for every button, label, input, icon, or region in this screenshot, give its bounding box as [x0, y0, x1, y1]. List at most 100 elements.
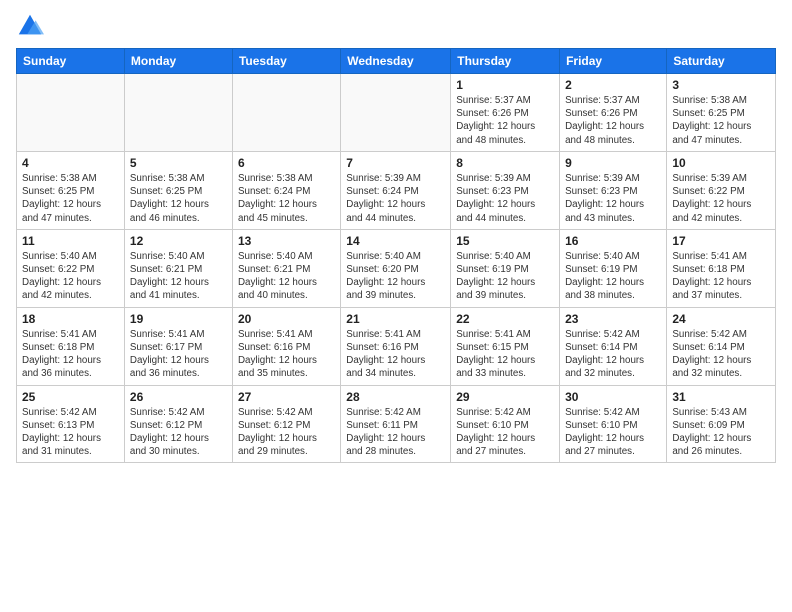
- day-cell: 6 Sunrise: 5:38 AM Sunset: 6:24 PM Daylig…: [232, 151, 340, 229]
- day-info: Sunrise: 5:41 AM Sunset: 6:16 PM Dayligh…: [238, 328, 335, 381]
- day-cell: 17 Sunrise: 5:41 AM Sunset: 6:18 PM Dayli…: [667, 229, 776, 307]
- day-cell: 7 Sunrise: 5:39 AM Sunset: 6:24 PM Daylig…: [341, 151, 451, 229]
- day-cell: 21 Sunrise: 5:41 AM Sunset: 6:16 PM Dayli…: [341, 307, 451, 385]
- day-cell: 22 Sunrise: 5:41 AM Sunset: 6:15 PM Dayli…: [451, 307, 560, 385]
- day-info: Sunrise: 5:38 AM Sunset: 6:25 PM Dayligh…: [672, 94, 770, 147]
- day-number: 15: [456, 234, 554, 248]
- day-cell: 11 Sunrise: 5:40 AM Sunset: 6:22 PM Dayli…: [17, 229, 125, 307]
- day-info: Sunrise: 5:39 AM Sunset: 6:23 PM Dayligh…: [565, 172, 661, 225]
- week-row-0: 1Sunrise: 5:37 AM Sunset: 6:26 PM Daylig…: [17, 74, 776, 152]
- day-info: Sunrise: 5:40 AM Sunset: 6:21 PM Dayligh…: [130, 250, 227, 303]
- weekday-header-row: SundayMondayTuesdayWednesdayThursdayFrid…: [17, 49, 776, 74]
- day-info: Sunrise: 5:39 AM Sunset: 6:23 PM Dayligh…: [456, 172, 554, 225]
- day-cell: 25 Sunrise: 5:42 AM Sunset: 6:13 PM Dayli…: [17, 385, 125, 463]
- weekday-saturday: Saturday: [667, 49, 776, 74]
- day-cell: 31Sunrise: 5:43 AM Sunset: 6:09 PM Dayli…: [667, 385, 776, 463]
- day-number: 14: [346, 234, 445, 248]
- day-cell: 16Sunrise: 5:40 AM Sunset: 6:19 PM Dayli…: [560, 229, 667, 307]
- day-cell: 30 Sunrise: 5:42 AM Sunset: 6:10 PM Dayli…: [560, 385, 667, 463]
- day-number: 9: [565, 156, 661, 170]
- day-cell: 12 Sunrise: 5:40 AM Sunset: 6:21 PM Dayli…: [124, 229, 232, 307]
- day-info: Sunrise: 5:41 AM Sunset: 6:18 PM Dayligh…: [22, 328, 119, 381]
- day-number: 23: [565, 312, 661, 326]
- day-number: 22: [456, 312, 554, 326]
- day-info: Sunrise: 5:42 AM Sunset: 6:10 PM Dayligh…: [456, 406, 554, 459]
- week-row-2: 11 Sunrise: 5:40 AM Sunset: 6:22 PM Dayli…: [17, 229, 776, 307]
- day-info: Sunrise: 5:42 AM Sunset: 6:10 PM Dayligh…: [565, 406, 661, 459]
- day-number: 16: [565, 234, 661, 248]
- calendar-table: SundayMondayTuesdayWednesdayThursdayFrid…: [16, 48, 776, 463]
- day-info: Sunrise: 5:38 AM Sunset: 6:24 PM Dayligh…: [238, 172, 335, 225]
- day-cell: [232, 74, 340, 152]
- day-info: Sunrise: 5:42 AM Sunset: 6:12 PM Dayligh…: [130, 406, 227, 459]
- day-info: Sunrise: 5:41 AM Sunset: 6:16 PM Dayligh…: [346, 328, 445, 381]
- weekday-friday: Friday: [560, 49, 667, 74]
- day-number: 10: [672, 156, 770, 170]
- day-info: Sunrise: 5:40 AM Sunset: 6:21 PM Dayligh…: [238, 250, 335, 303]
- day-info: Sunrise: 5:41 AM Sunset: 6:15 PM Dayligh…: [456, 328, 554, 381]
- logo: [16, 12, 48, 40]
- day-cell: 15 Sunrise: 5:40 AM Sunset: 6:19 PM Dayli…: [451, 229, 560, 307]
- week-row-1: 4Sunrise: 5:38 AM Sunset: 6:25 PM Daylig…: [17, 151, 776, 229]
- day-number: 30: [565, 390, 661, 404]
- day-cell: 28 Sunrise: 5:42 AM Sunset: 6:11 PM Dayli…: [341, 385, 451, 463]
- day-info: Sunrise: 5:42 AM Sunset: 6:11 PM Dayligh…: [346, 406, 445, 459]
- day-number: 25: [22, 390, 119, 404]
- day-number: 17: [672, 234, 770, 248]
- day-info: Sunrise: 5:39 AM Sunset: 6:22 PM Dayligh…: [672, 172, 770, 225]
- weekday-sunday: Sunday: [17, 49, 125, 74]
- day-number: 8: [456, 156, 554, 170]
- day-cell: 29 Sunrise: 5:42 AM Sunset: 6:10 PM Dayli…: [451, 385, 560, 463]
- day-cell: 8 Sunrise: 5:39 AM Sunset: 6:23 PM Daylig…: [451, 151, 560, 229]
- day-cell: 26 Sunrise: 5:42 AM Sunset: 6:12 PM Dayli…: [124, 385, 232, 463]
- day-cell: [17, 74, 125, 152]
- day-number: 19: [130, 312, 227, 326]
- day-cell: 5Sunrise: 5:38 AM Sunset: 6:25 PM Daylig…: [124, 151, 232, 229]
- weekday-thursday: Thursday: [451, 49, 560, 74]
- day-number: 5: [130, 156, 227, 170]
- day-number: 24: [672, 312, 770, 326]
- day-number: 6: [238, 156, 335, 170]
- week-row-4: 25 Sunrise: 5:42 AM Sunset: 6:13 PM Dayli…: [17, 385, 776, 463]
- day-cell: 4Sunrise: 5:38 AM Sunset: 6:25 PM Daylig…: [17, 151, 125, 229]
- day-number: 7: [346, 156, 445, 170]
- day-cell: 27Sunrise: 5:42 AM Sunset: 6:12 PM Dayli…: [232, 385, 340, 463]
- day-info: Sunrise: 5:42 AM Sunset: 6:14 PM Dayligh…: [672, 328, 770, 381]
- day-cell: 14 Sunrise: 5:40 AM Sunset: 6:20 PM Dayli…: [341, 229, 451, 307]
- weekday-wednesday: Wednesday: [341, 49, 451, 74]
- day-info: Sunrise: 5:41 AM Sunset: 6:17 PM Dayligh…: [130, 328, 227, 381]
- day-cell: 10 Sunrise: 5:39 AM Sunset: 6:22 PM Dayli…: [667, 151, 776, 229]
- week-row-3: 18 Sunrise: 5:41 AM Sunset: 6:18 PM Dayli…: [17, 307, 776, 385]
- day-cell: 1Sunrise: 5:37 AM Sunset: 6:26 PM Daylig…: [451, 74, 560, 152]
- day-cell: 19 Sunrise: 5:41 AM Sunset: 6:17 PM Dayli…: [124, 307, 232, 385]
- day-number: 29: [456, 390, 554, 404]
- day-cell: 3Sunrise: 5:38 AM Sunset: 6:25 PM Daylig…: [667, 74, 776, 152]
- day-number: 13: [238, 234, 335, 248]
- day-info: Sunrise: 5:42 AM Sunset: 6:12 PM Dayligh…: [238, 406, 335, 459]
- day-cell: 9 Sunrise: 5:39 AM Sunset: 6:23 PM Daylig…: [560, 151, 667, 229]
- day-cell: [124, 74, 232, 152]
- day-cell: 18 Sunrise: 5:41 AM Sunset: 6:18 PM Dayli…: [17, 307, 125, 385]
- day-cell: 13 Sunrise: 5:40 AM Sunset: 6:21 PM Dayli…: [232, 229, 340, 307]
- day-number: 12: [130, 234, 227, 248]
- day-info: Sunrise: 5:40 AM Sunset: 6:22 PM Dayligh…: [22, 250, 119, 303]
- day-info: Sunrise: 5:41 AM Sunset: 6:18 PM Dayligh…: [672, 250, 770, 303]
- logo-icon: [16, 12, 44, 40]
- day-info: Sunrise: 5:39 AM Sunset: 6:24 PM Dayligh…: [346, 172, 445, 225]
- day-info: Sunrise: 5:40 AM Sunset: 6:20 PM Dayligh…: [346, 250, 445, 303]
- day-cell: 2Sunrise: 5:37 AM Sunset: 6:26 PM Daylig…: [560, 74, 667, 152]
- weekday-tuesday: Tuesday: [232, 49, 340, 74]
- day-number: 20: [238, 312, 335, 326]
- day-number: 26: [130, 390, 227, 404]
- day-number: 21: [346, 312, 445, 326]
- day-info: Sunrise: 5:40 AM Sunset: 6:19 PM Dayligh…: [456, 250, 554, 303]
- day-number: 28: [346, 390, 445, 404]
- day-number: 2: [565, 78, 661, 92]
- day-cell: 20 Sunrise: 5:41 AM Sunset: 6:16 PM Dayli…: [232, 307, 340, 385]
- day-info: Sunrise: 5:42 AM Sunset: 6:13 PM Dayligh…: [22, 406, 119, 459]
- day-number: 11: [22, 234, 119, 248]
- day-number: 4: [22, 156, 119, 170]
- day-cell: 23 Sunrise: 5:42 AM Sunset: 6:14 PM Dayli…: [560, 307, 667, 385]
- day-info: Sunrise: 5:42 AM Sunset: 6:14 PM Dayligh…: [565, 328, 661, 381]
- day-number: 18: [22, 312, 119, 326]
